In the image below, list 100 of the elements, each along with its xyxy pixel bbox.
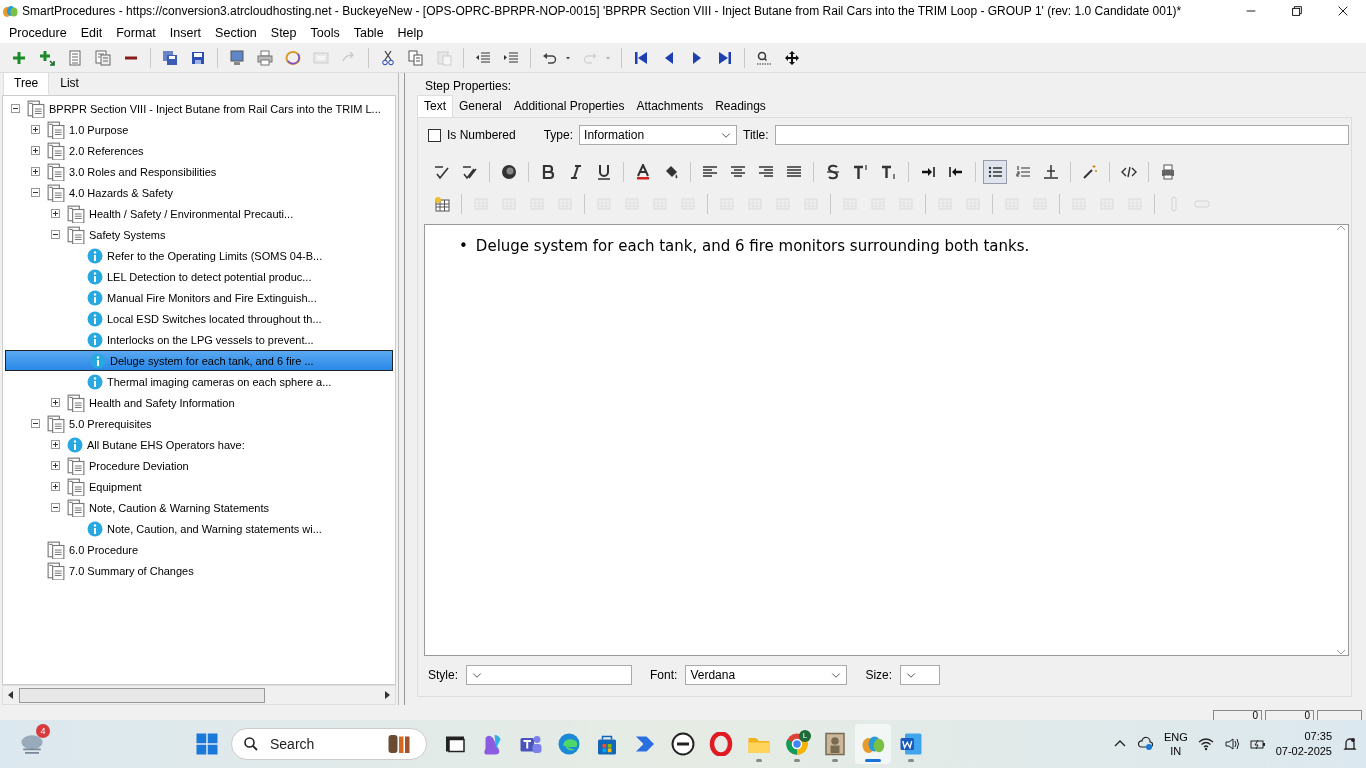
framed-picture-icon[interactable] <box>823 732 847 756</box>
collapse-icon[interactable] <box>51 503 60 512</box>
font-dropdown[interactable]: Verdana <box>685 665 848 685</box>
vertical-scrollbar[interactable] <box>1334 225 1348 655</box>
document-stack-icon <box>47 183 65 202</box>
tab[interactable]: Attachments <box>630 96 710 117</box>
tab[interactable]: Additional Properties <box>507 96 631 117</box>
scroll-right-icon[interactable] <box>384 691 390 699</box>
tree-item[interactable]: Manual Fire Monitors and Fire Extinguish... <box>107 291 317 304</box>
tab[interactable]: Readings <box>709 96 772 117</box>
language-indicator[interactable]: ENG IN <box>1163 730 1188 758</box>
expand-icon[interactable] <box>31 167 40 176</box>
clock-date[interactable]: 07-02-2025 <box>1275 744 1332 759</box>
tree-item[interactable]: 3.0 Roles and Responsibilities <box>69 165 217 178</box>
search-field[interactable]: Search <box>231 728 427 760</box>
menu-item[interactable]: Tools <box>303 25 347 40</box>
expand-icon[interactable] <box>31 146 40 155</box>
expand-icon[interactable] <box>51 461 60 470</box>
document-stack-icon <box>47 162 65 181</box>
expand-icon[interactable] <box>51 398 60 407</box>
tree-item[interactable]: BPRPR Section VIII - Inject Butane from Rail Cars into the TRIM L... <box>49 102 381 115</box>
search-icon[interactable] <box>243 736 259 752</box>
info-icon <box>87 331 103 348</box>
menu-item[interactable]: Edit <box>73 25 110 40</box>
info-icon <box>87 373 103 390</box>
expand-icon[interactable] <box>51 482 60 491</box>
document-stack-icon <box>47 120 65 139</box>
scroll-thumb[interactable] <box>19 687 265 703</box>
document-stack-icon <box>47 141 65 160</box>
tree-item[interactable]: All Butane EHS Operators have: <box>87 438 245 451</box>
type-dropdown[interactable]: Information <box>579 125 738 145</box>
document-stack-icon <box>67 498 85 517</box>
collapse-icon[interactable] <box>51 230 60 239</box>
expand-icon[interactable] <box>51 440 60 449</box>
menu-item[interactable]: Step <box>263 25 304 40</box>
wifi-icon[interactable] <box>1197 736 1214 752</box>
tree-item[interactable]: Refer to the Operating Limits (SOMS 04-B... <box>107 249 323 262</box>
text-editor[interactable]: • Deluge system for each tank, and 6 fire monitors surrounding both tanks. <box>424 224 1349 656</box>
clock-time[interactable]: 07:35 <box>1304 729 1332 744</box>
tree-item[interactable]: Interlocks on the LPG vessels to prevent... <box>107 333 314 346</box>
notification-bell-icon[interactable] <box>1342 736 1358 752</box>
menu-item[interactable]: Help <box>390 25 431 40</box>
tree-item[interactable]: Note, Caution & Warning Statements <box>89 501 269 514</box>
collapse-icon[interactable] <box>11 104 20 113</box>
field-label: Style: <box>428 668 458 682</box>
tree-item[interactable]: Safety Systems <box>89 228 166 241</box>
field-label: Font: <box>650 668 678 682</box>
tree-item[interactable]: 4.0 Hazards & Safety <box>69 186 173 199</box>
tree-item[interactable]: 6.0 Procedure <box>69 543 139 556</box>
info-icon <box>87 247 103 264</box>
tab[interactable]: General <box>453 96 508 117</box>
collapse-icon[interactable] <box>31 188 40 197</box>
scroll-left-icon[interactable] <box>8 691 14 699</box>
tree-item[interactable]: Health / Safety / Environmental Precauti... <box>89 207 294 220</box>
is-numbered-checkbox[interactable] <box>428 128 441 142</box>
checkbox-label: Is Numbered <box>447 128 516 142</box>
tree-item[interactable]: Procedure Deviation <box>89 459 189 472</box>
scroll-up-icon[interactable] <box>1336 225 1346 231</box>
notification-badge: 4 <box>36 724 50 738</box>
window-title: SmartProcedures - https://conversion3.atrcloudhosting.net - BuckeyeNew - [OPS-OPRC-BPRPR-NOP-0015] 'BPRPR Section VIII - Inject Butane from Rail Cars into the TRIM Loop - GROUP 1' (rev: 1.0 Candidate 001)* <box>22 4 1183 18</box>
document-stack-icon <box>67 204 85 223</box>
title-field[interactable] <box>774 125 1349 145</box>
expand-icon[interactable] <box>51 209 60 218</box>
tree-item[interactable]: 1.0 Purpose <box>69 123 129 136</box>
field-label: Type: <box>543 128 574 142</box>
tree-item[interactable]: Thermal imaging cameras on each sphere a... <box>107 375 332 388</box>
menu-item[interactable]: Procedure <box>2 25 74 40</box>
browser-swirl-icon[interactable] <box>557 732 581 756</box>
bullet-list-icon[interactable] <box>983 160 1007 184</box>
menu-item[interactable]: Format <box>109 25 163 40</box>
tree-item[interactable]: Health and Safety Information <box>89 396 235 409</box>
expand-icon[interactable] <box>31 125 40 134</box>
tab[interactable]: List <box>49 72 90 95</box>
tree-item[interactable]: LEL Detection to detect potential produc... <box>107 270 312 283</box>
document-w-icon[interactable] <box>899 732 923 756</box>
document-stack-icon <box>67 393 85 412</box>
ring-o-icon[interactable] <box>709 732 733 756</box>
cloud-sync-icon[interactable] <box>1137 736 1154 752</box>
horizontal-scrollbar[interactable] <box>2 685 396 705</box>
info-icon <box>87 520 103 537</box>
tree-item[interactable]: 5.0 Prerequisites <box>69 417 152 430</box>
collapse-icon[interactable] <box>31 419 40 428</box>
tab[interactable]: Text <box>417 95 453 117</box>
document-stack-icon <box>47 561 65 580</box>
menu-item[interactable]: Table <box>346 25 391 40</box>
document-stack-icon <box>67 456 85 475</box>
speaker-icon[interactable] <box>1223 736 1240 752</box>
tree-item[interactable]: Local ESD Switches located throughout th... <box>107 312 322 325</box>
info-icon <box>67 436 83 453</box>
tree-item[interactable]: Equipment <box>89 480 142 493</box>
taskbar-button[interactable] <box>855 724 891 764</box>
menu-item[interactable]: Section <box>208 25 264 40</box>
scroll-down-icon[interactable] <box>1336 649 1346 655</box>
tree-item[interactable]: 2.0 References <box>69 144 144 157</box>
tree-item[interactable]: Note, Caution, and Warning statements wi... <box>107 522 322 535</box>
round-badge-icon[interactable] <box>671 732 695 756</box>
tree-item[interactable]: 7.0 Summary of Changes <box>69 564 194 577</box>
menu-item[interactable]: Insert <box>162 25 209 40</box>
tab[interactable]: Tree <box>3 72 50 95</box>
info-icon <box>87 268 103 285</box>
